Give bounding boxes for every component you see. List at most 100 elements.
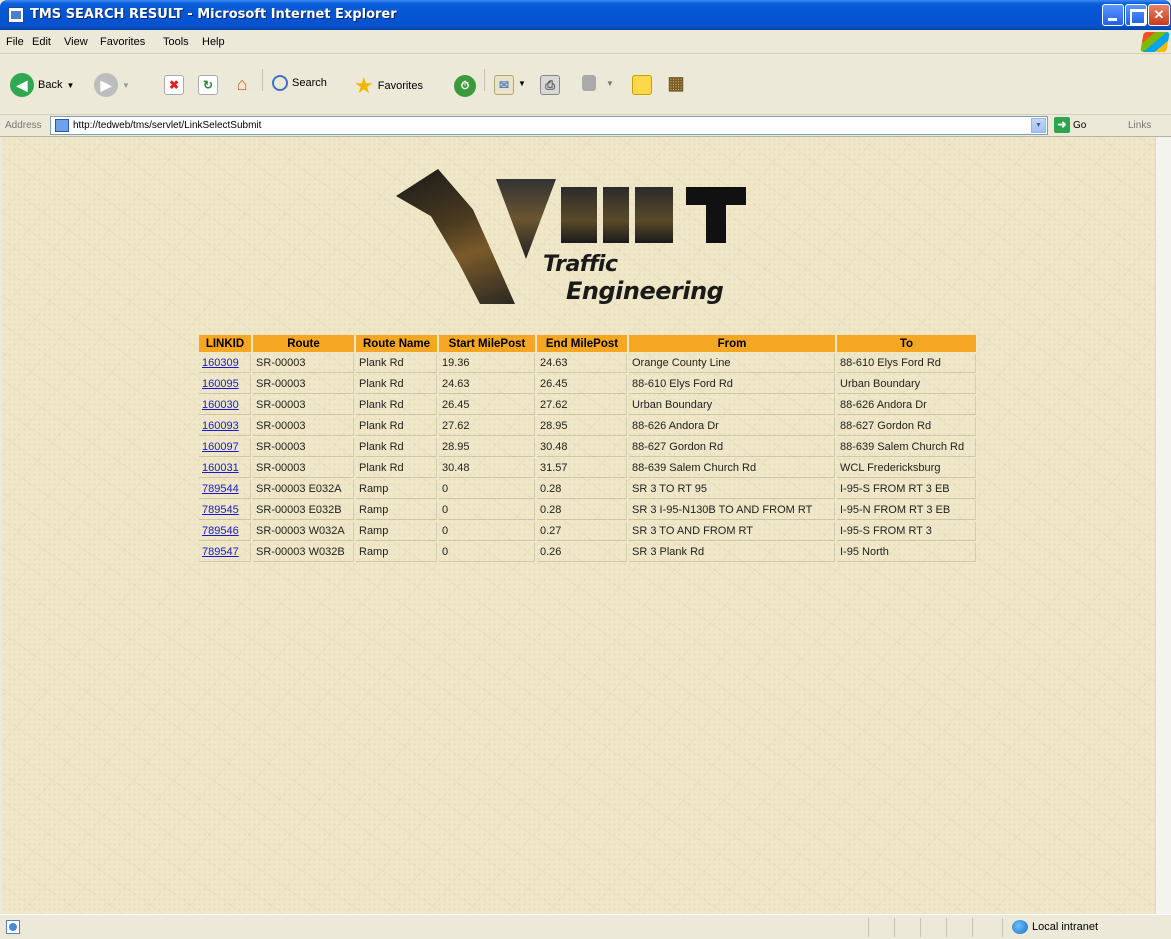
linkid-link[interactable]: 789544 — [202, 483, 239, 495]
table-row: 789547 SR-00003 W032B Ramp 0 0.26 SR 3 P… — [199, 543, 976, 562]
search-button[interactable]: Search — [272, 75, 327, 91]
logo-letter-t — [686, 187, 746, 243]
edit-icon[interactable] — [582, 75, 596, 91]
cell-from: Orange County Line — [629, 354, 835, 373]
cell-route-name: Plank Rd — [356, 417, 437, 436]
cell-linkid: 789544 — [199, 480, 251, 499]
links-button[interactable]: Links — [1128, 120, 1151, 131]
forward-button[interactable]: ▶ ▼ — [94, 73, 130, 97]
cell-route-name: Ramp — [356, 522, 437, 541]
linkid-link[interactable]: 160093 — [202, 420, 239, 432]
cell-start-milepost: 0 — [439, 522, 535, 541]
cell-route: SR-00003 — [253, 375, 354, 394]
edit-dropdown-icon[interactable]: ▼ — [606, 79, 614, 88]
toolbar-separator — [484, 69, 485, 91]
table-row: 160031 SR-00003 Plank Rd 30.48 31.57 88-… — [199, 459, 976, 478]
table-header-row: LINKID Route Route Name Start MilePost E… — [199, 335, 976, 352]
address-input[interactable]: http://tedweb/tms/servlet/LinkSelectSubm… — [50, 116, 1048, 135]
cell-end-milepost: 27.62 — [537, 396, 627, 415]
forward-dropdown-icon[interactable]: ▼ — [122, 81, 130, 90]
cell-from: SR 3 TO RT 95 — [629, 480, 835, 499]
print-icon[interactable]: ⎙ — [540, 75, 560, 95]
linkid-link[interactable]: 789547 — [202, 546, 239, 558]
cell-route-name: Plank Rd — [356, 354, 437, 373]
window-title: TMS SEARCH RESULT - Microsoft Internet E… — [30, 7, 397, 22]
linkid-link[interactable]: 160309 — [202, 357, 239, 369]
refresh-icon[interactable]: ↻ — [198, 75, 218, 95]
table-row: 160309 SR-00003 Plank Rd 19.36 24.63 Ora… — [199, 354, 976, 373]
cell-to: I-95 North — [837, 543, 976, 562]
table-row: 789546 SR-00003 W032A Ramp 0 0.27 SR 3 T… — [199, 522, 976, 541]
maximize-button[interactable] — [1125, 4, 1147, 26]
search-label: Search — [292, 77, 327, 89]
cell-end-milepost: 0.28 — [537, 480, 627, 499]
cell-from: SR 3 TO AND FROM RT — [629, 522, 835, 541]
cell-to: 88-626 Andora Dr — [837, 396, 976, 415]
discuss-icon[interactable] — [632, 75, 652, 95]
linkid-link[interactable]: 789546 — [202, 525, 239, 537]
linkid-link[interactable]: 160031 — [202, 462, 239, 474]
cell-route-name: Plank Rd — [356, 438, 437, 457]
cell-linkid: 789547 — [199, 543, 251, 562]
security-zone[interactable]: Local intranet — [1012, 920, 1098, 934]
header-from: From — [629, 335, 835, 352]
header-route: Route — [253, 335, 354, 352]
cell-route: SR-00003 E032B — [253, 501, 354, 520]
toolbar: ◀ Back ▼ ▶ ▼ ✖ ↻ ⌂ Search ★ Favorites ⏱ … — [0, 55, 1171, 115]
cell-end-milepost: 0.26 — [537, 543, 627, 562]
table-row: 160030 SR-00003 Plank Rd 26.45 27.62 Urb… — [199, 396, 976, 415]
research-icon[interactable]: ▦ — [666, 73, 686, 93]
history-icon[interactable]: ⏱ — [454, 75, 476, 97]
status-panel — [894, 918, 895, 937]
favorites-button[interactable]: ★ Favorites — [354, 73, 423, 99]
linkid-link[interactable]: 160097 — [202, 441, 239, 453]
linkid-link[interactable]: 789545 — [202, 504, 239, 516]
menu-file[interactable]: File — [6, 36, 24, 48]
local-intranet-icon — [1012, 920, 1028, 934]
address-bar: Address http://tedweb/tms/servlet/LinkSe… — [0, 115, 1171, 137]
menu-view[interactable]: View — [64, 36, 88, 48]
cell-start-milepost: 30.48 — [439, 459, 535, 478]
table-row: 789544 SR-00003 E032A Ramp 0 0.28 SR 3 T… — [199, 480, 976, 499]
cell-linkid: 160093 — [199, 417, 251, 436]
mail-icon[interactable]: ✉ — [494, 75, 514, 95]
cell-route-name: Plank Rd — [356, 375, 437, 394]
cell-route-name: Plank Rd — [356, 396, 437, 415]
menu-favorites[interactable]: Favorites — [100, 36, 145, 48]
back-button[interactable]: ◀ Back ▼ — [10, 73, 74, 97]
mail-dropdown-icon[interactable]: ▼ — [518, 79, 526, 88]
cell-route: SR-00003 — [253, 354, 354, 373]
home-icon[interactable]: ⌂ — [232, 74, 252, 94]
cell-end-milepost: 24.63 — [537, 354, 627, 373]
menu-tools[interactable]: Tools — [163, 36, 189, 48]
vertical-scrollbar[interactable] — [1155, 137, 1171, 914]
header-end-milepost: End MilePost — [537, 335, 627, 352]
ie-window-icon[interactable] — [8, 7, 24, 23]
status-panel — [972, 918, 973, 937]
stop-icon[interactable]: ✖ — [164, 75, 184, 95]
menu-edit[interactable]: Edit — [32, 36, 51, 48]
cell-route: SR-00003 W032B — [253, 543, 354, 562]
address-url[interactable]: http://tedweb/tms/servlet/LinkSelectSubm… — [73, 120, 261, 131]
cell-from: SR 3 I-95-N130B TO AND FROM RT — [629, 501, 835, 520]
table-row: 789545 SR-00003 E032B Ramp 0 0.28 SR 3 I… — [199, 501, 976, 520]
minimize-button[interactable] — [1102, 4, 1124, 26]
go-button[interactable]: ➜ Go — [1054, 117, 1086, 133]
cell-end-milepost: 30.48 — [537, 438, 627, 457]
zone-label: Local intranet — [1032, 921, 1099, 933]
close-button[interactable]: ✕ — [1148, 4, 1170, 26]
forward-arrow-icon: ▶ — [94, 73, 118, 97]
address-dropdown-icon[interactable]: ▼ — [1031, 118, 1046, 133]
cell-route-name: Ramp — [356, 480, 437, 499]
toolbar-separator — [262, 69, 263, 91]
cell-route: SR-00003 — [253, 438, 354, 457]
cell-start-milepost: 0 — [439, 480, 535, 499]
back-dropdown-icon[interactable]: ▼ — [66, 81, 74, 90]
page-status-icon — [6, 920, 20, 934]
linkid-link[interactable]: 160095 — [202, 378, 239, 390]
page-content: Traffic Engineering LINKID Route Route N… — [2, 137, 1155, 914]
linkid-link[interactable]: 160030 — [202, 399, 239, 411]
cell-linkid: 160030 — [199, 396, 251, 415]
cell-end-milepost: 26.45 — [537, 375, 627, 394]
menu-help[interactable]: Help — [202, 36, 225, 48]
